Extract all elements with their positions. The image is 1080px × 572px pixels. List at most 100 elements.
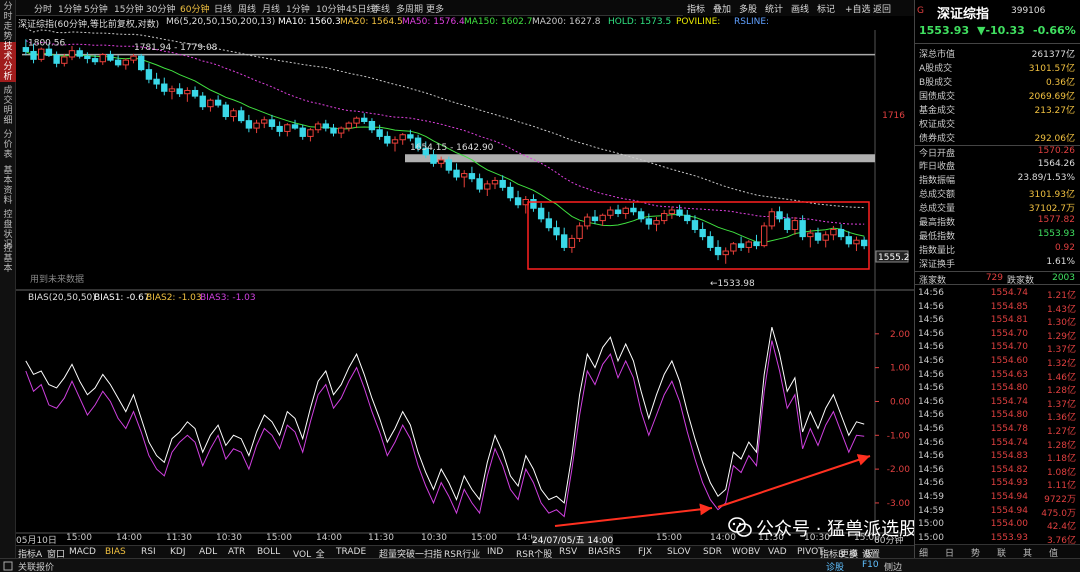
indicator-tab-21[interactable]: WOBV bbox=[732, 547, 760, 557]
indicator-tab-2[interactable]: MACD bbox=[69, 547, 96, 557]
linked-quote-label[interactable]: 关联报价 bbox=[18, 560, 54, 572]
candle-body bbox=[461, 173, 468, 178]
quote-row: 债券成交 292.06亿 bbox=[915, 131, 1080, 144]
app-window: 分时走势 技术分析 成交明细 分价表 基本资料 控盘状况 控基本 分时 1分钟 5分钟 15分钟 3… bbox=[0, 0, 1080, 572]
candle-body bbox=[537, 207, 545, 220]
quote-row: B股成交 0.36亿 bbox=[915, 75, 1080, 88]
tick-time: 14:56 bbox=[918, 437, 944, 448]
sidebar-toggle[interactable]: 侧边 bbox=[884, 560, 902, 572]
candle-body bbox=[45, 48, 53, 56]
candle-body bbox=[784, 218, 791, 230]
quote-row: 深证换手 1.61% bbox=[915, 257, 1080, 270]
candle-body bbox=[107, 54, 114, 61]
candle-body bbox=[476, 178, 483, 190]
candle-body bbox=[514, 197, 522, 206]
tick-price: 1554.74 bbox=[990, 288, 1028, 298]
tick-row: 14:56 1554.82 1.08亿 bbox=[915, 465, 1080, 478]
candle-body bbox=[699, 228, 706, 238]
indicator-tab-18[interactable]: FJX bbox=[638, 547, 652, 557]
time-label-6: 14:00 bbox=[316, 533, 342, 543]
candle-body bbox=[445, 159, 453, 171]
indicator-tab-7[interactable]: ATR bbox=[228, 547, 245, 557]
indicator-tab-16[interactable]: RSV bbox=[559, 547, 577, 557]
candle-body bbox=[191, 89, 199, 97]
tick-price: 1554.74 bbox=[990, 437, 1028, 448]
chart-canvas[interactable]: 1800.56 1781.94 - 1779.08 1654.15 - 1642.9… bbox=[0, 0, 914, 545]
candle-body bbox=[114, 59, 122, 66]
candle-body bbox=[176, 88, 183, 95]
diagnose-button[interactable]: 诊股 bbox=[826, 560, 844, 572]
candle-body bbox=[660, 213, 668, 222]
f10-button[interactable]: F10 bbox=[862, 560, 879, 570]
candle-body bbox=[622, 207, 629, 215]
tick-price: 1554.94 bbox=[990, 505, 1028, 516]
quote-row-label: 最低指数 bbox=[919, 232, 956, 242]
tick-row: 14:56 1554.83 1.18亿 bbox=[915, 451, 1080, 464]
quote-row-value: 1577.82 bbox=[1037, 215, 1075, 225]
candle-body bbox=[545, 218, 553, 229]
tick-row: 14:56 1554.60 1.32亿 bbox=[915, 356, 1080, 369]
indicator-tab-4[interactable]: RSI bbox=[141, 547, 156, 557]
quote-row-value: 23.89/1.53% bbox=[1017, 173, 1075, 183]
tick-volume: 1.46亿 bbox=[1046, 372, 1076, 383]
candle-body bbox=[376, 129, 383, 137]
candle-body bbox=[322, 123, 329, 129]
quote-row-label: 昨日收盘 bbox=[919, 162, 956, 172]
candle-body bbox=[307, 129, 314, 137]
candle-body bbox=[791, 220, 799, 230]
indicator-tab-3[interactable]: BIAS bbox=[105, 547, 126, 557]
tick-time: 14:56 bbox=[918, 288, 944, 298]
candle-body bbox=[561, 234, 568, 248]
candle-body bbox=[330, 127, 337, 134]
indicator-tab-10[interactable]: TRADE bbox=[336, 547, 366, 557]
time-label-8: 10:30 bbox=[421, 533, 447, 543]
quote-row: 权证成交 bbox=[915, 117, 1080, 130]
tick-time: 14:56 bbox=[918, 328, 944, 339]
quote-row: 国债成交 2069.69亿 bbox=[915, 89, 1080, 102]
bias-tick-label: 1.00 bbox=[890, 364, 910, 374]
tick-volume: 1.28亿 bbox=[1046, 440, 1076, 451]
quote-row-value: 292.06亿 bbox=[1034, 134, 1076, 144]
bias-tick-label: -1.00 bbox=[887, 431, 911, 441]
candle-body bbox=[853, 239, 860, 245]
indicator-tab-8[interactable]: BOLL bbox=[257, 547, 280, 557]
high-label: 1800.56 bbox=[28, 38, 65, 48]
candle-body bbox=[253, 122, 260, 129]
candle-body bbox=[645, 218, 653, 225]
indicator-tab-22[interactable]: VAD bbox=[768, 547, 787, 557]
tick-price: 1554.74 bbox=[990, 396, 1028, 407]
candle-body bbox=[268, 119, 276, 127]
future-data-note: 用到未来数据 bbox=[30, 273, 84, 285]
candle-body bbox=[737, 243, 745, 248]
candle-body bbox=[61, 56, 68, 64]
tick-price: 1554.81 bbox=[990, 315, 1028, 326]
indicator-tab-19[interactable]: SLOV bbox=[667, 547, 691, 557]
candle-body bbox=[676, 209, 683, 216]
quote-row-value: 1.61% bbox=[1046, 257, 1075, 267]
tick-volume: 1.08亿 bbox=[1046, 467, 1076, 478]
time-label-5: 15:00 bbox=[266, 533, 292, 543]
candle-body bbox=[722, 250, 729, 256]
quote-row-label: B股成交 bbox=[919, 78, 953, 88]
candle-body bbox=[384, 135, 391, 144]
indicator-tab-20[interactable]: SDR bbox=[703, 547, 722, 557]
candle-body bbox=[291, 124, 299, 129]
tick-time: 14:56 bbox=[918, 315, 944, 326]
indicator-tab-14[interactable]: IND bbox=[487, 547, 503, 557]
candle-body bbox=[468, 173, 476, 180]
indicator-tab-6[interactable]: ADL bbox=[199, 547, 217, 557]
indicator-tab-17[interactable]: BIASRS bbox=[588, 547, 621, 557]
candle-body bbox=[807, 232, 814, 238]
quote-row-label: 指数振幅 bbox=[919, 176, 956, 186]
candle-body bbox=[576, 225, 583, 239]
candle-body bbox=[245, 120, 253, 129]
quote-row: 最高指数 1577.82 bbox=[915, 215, 1080, 228]
quote-row-label: 深证换手 bbox=[919, 260, 956, 270]
candle-body bbox=[760, 225, 768, 247]
indicator-tab-5[interactable]: KDJ bbox=[170, 547, 186, 557]
wechat-icon bbox=[728, 517, 752, 537]
candle-body bbox=[437, 159, 445, 164]
advance-decline: 涨家数 729 跌家数 2003 bbox=[915, 271, 1080, 286]
link-quote-icon[interactable] bbox=[3, 561, 13, 571]
candle-body bbox=[214, 99, 222, 106]
